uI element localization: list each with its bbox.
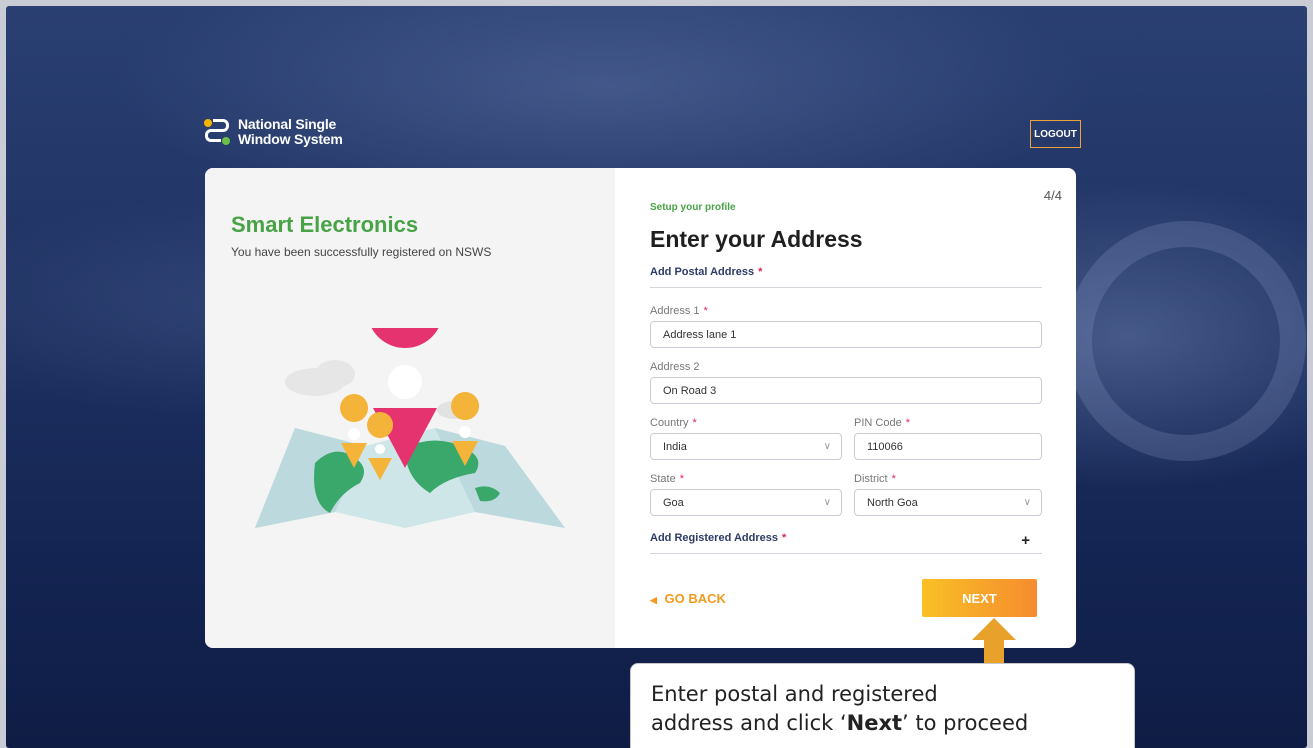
district-select[interactable]: North Goa ∨ [854,489,1042,516]
pin-code-input[interactable]: 110066 [854,433,1042,460]
registered-address-section[interactable]: Add Registered Address * + [650,532,1042,554]
chevron-left-icon: ◀ [650,595,657,605]
address2-label: Address 2 [650,361,700,373]
state-value: Goa [663,496,684,509]
callout-line-2: address and click ‘Next’ to proceed [651,711,1029,735]
instruction-callout: Enter postal and registered address and … [630,663,1135,748]
logout-button[interactable]: LOGOUT [1030,120,1081,148]
logo-text: National Single Window System [238,117,343,147]
next-button[interactable]: NEXT [922,579,1037,617]
registered-address-label: Add Registered Address [650,532,778,544]
district-value: North Goa [867,496,918,509]
country-select[interactable]: India ∨ [650,433,842,460]
state-label: State * [650,473,684,485]
company-name: Smart Electronics [231,212,419,237]
registration-message: You have been successfully registered on… [231,245,492,259]
nsws-logo[interactable]: National Single Window System [204,116,343,148]
district-label: District * [854,473,896,485]
country-label: Country * [650,417,697,429]
setup-profile-label: Setup your profile [650,202,736,213]
go-back-button[interactable]: ◀ GO BACK [650,591,726,606]
screenshot-frame: National Single Window System LOGOUT Sma… [6,6,1307,748]
country-value: India [663,440,687,453]
step-indicator: 4/4 [1043,188,1062,203]
page-title: Enter your Address [650,226,863,252]
postal-address-label: Add Postal Address [650,266,755,278]
ashoka-chakra-watermark [1066,221,1306,461]
callout-line-1: Enter postal and registered [651,682,938,706]
address1-label: Address 1 * [650,305,708,317]
nsws-logo-icon [204,116,230,148]
left-panel: Smart Electronics You have been successf… [205,168,615,648]
required-mark: * [758,266,763,278]
profile-setup-card: Smart Electronics You have been successf… [205,168,1076,648]
address1-input[interactable]: Address lane 1 [650,321,1042,348]
postal-address-section: Add Postal Address * [650,266,1042,288]
chevron-down-icon: ∨ [823,497,831,508]
address2-input[interactable]: On Road 3 [650,377,1042,404]
map-location-illustration [255,328,565,528]
state-select[interactable]: Goa ∨ [650,489,842,516]
chevron-down-icon: ∨ [1023,497,1031,508]
add-icon[interactable]: + [1021,532,1030,553]
chevron-down-icon: ∨ [823,441,831,452]
arrow-up-icon [972,618,1016,668]
logo-line-1: National Single [238,116,337,132]
pin-code-label: PIN Code * [854,417,910,429]
logo-line-2: Window System [238,131,343,147]
